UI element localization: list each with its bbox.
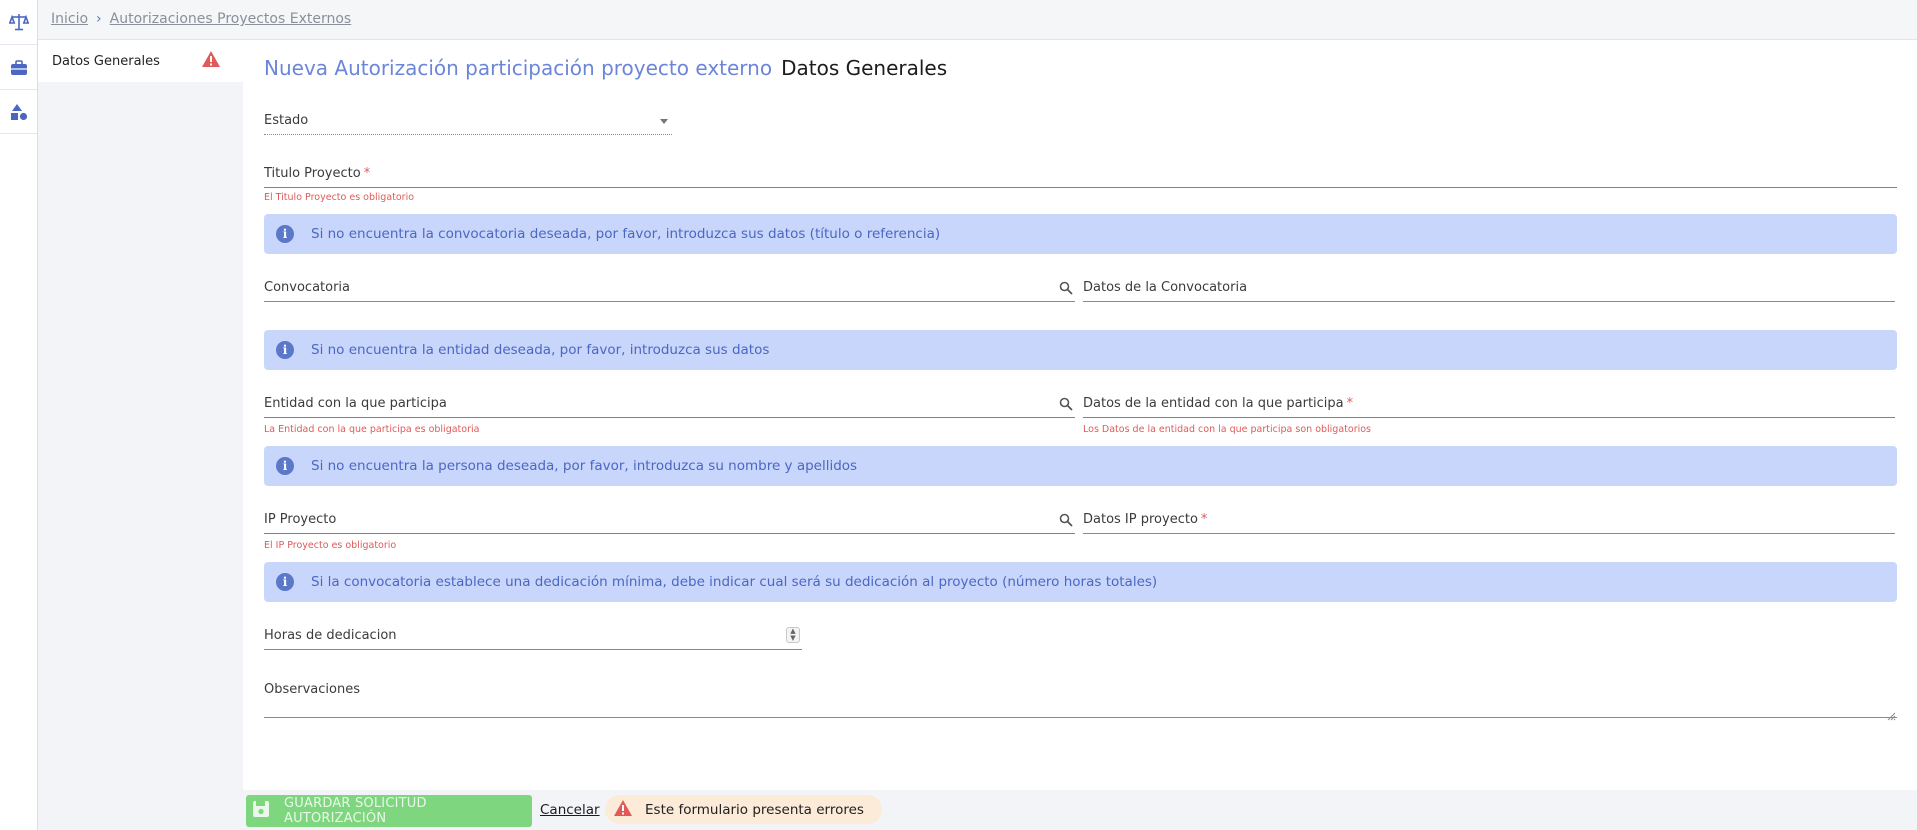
save-button[interactable]: GUARDAR SOLICITUD AUTORIZACIÓN: [246, 795, 532, 827]
required-mark: *: [1200, 512, 1208, 527]
page-title-section: Datos Generales: [781, 56, 948, 80]
info-icon: i: [276, 225, 294, 243]
warning-icon: [613, 799, 633, 821]
required-mark: *: [1346, 396, 1354, 411]
breadcrumb: Inicio › Autorizaciones Proyectos Extern…: [51, 11, 351, 27]
warning-icon: [201, 50, 221, 72]
info-persona: i Si no encuentra la persona deseada, po…: [264, 446, 1897, 486]
titulo-proyecto-field[interactable]: Titulo Proyecto *: [264, 164, 1897, 188]
page-title-main: Nueva Autorización participación proyect…: [264, 56, 773, 80]
observaciones-textarea[interactable]: Observaciones: [264, 680, 1897, 721]
datos-ip-label-text: Datos IP proyecto: [1083, 512, 1198, 527]
estado-select[interactable]: Estado: [264, 111, 672, 135]
convocatoria-field[interactable]: Convocatoria: [264, 278, 1075, 302]
entidad-field[interactable]: Entidad con la que participa: [264, 394, 1075, 418]
info-convocatoria: i Si no encuentra la convocatoria desead…: [264, 214, 1897, 254]
form-footer: GUARDAR SOLICITUD AUTORIZACIÓN Cancelar …: [243, 790, 1917, 830]
ip-proyecto-error: El IP Proyecto es obligatorio: [264, 540, 397, 551]
left-rail: [0, 0, 38, 830]
resize-handle-icon[interactable]: [1886, 706, 1896, 721]
breadcrumb-bar: Inicio › Autorizaciones Proyectos Extern…: [38, 0, 1917, 40]
form-errors-text: Este formulario presenta errores: [645, 801, 864, 818]
datos-convocatoria-field[interactable]: Datos de la Convocatoria: [1083, 278, 1895, 302]
page-title: Nueva Autorización participación proyect…: [264, 56, 947, 80]
titulo-error: El Titulo Proyecto es obligatorio: [264, 192, 415, 203]
datos-entidad-label-text: Datos de la entidad con la que participa: [1083, 396, 1344, 411]
cancel-link[interactable]: Cancelar: [540, 802, 600, 818]
datos-ip-field[interactable]: Datos IP proyecto *: [1083, 510, 1895, 534]
shapes-icon[interactable]: [0, 90, 37, 134]
required-mark: *: [363, 166, 371, 181]
datos-convocatoria-label: Datos de la Convocatoria: [1083, 280, 1248, 295]
chevron-down-icon: [660, 119, 668, 124]
titulo-label-text: Titulo Proyecto: [264, 166, 361, 181]
number-stepper[interactable]: ▲ ▼: [786, 627, 800, 643]
horas-dedicacion-field[interactable]: Horas de dedicacion ▲ ▼: [264, 626, 802, 650]
datos-entidad-field[interactable]: Datos de la entidad con la que participa…: [1083, 394, 1895, 418]
form-panel: Nueva Autorización participación proyect…: [243, 40, 1917, 790]
save-button-label: GUARDAR SOLICITUD AUTORIZACIÓN: [284, 796, 427, 826]
entidad-error: La Entidad con la que participa es oblig…: [264, 424, 480, 435]
form-errors-badge: Este formulario presenta errores: [605, 795, 882, 824]
chevron-right-icon: ›: [96, 11, 102, 27]
info-icon: i: [276, 457, 294, 475]
estado-label: Estado: [264, 113, 309, 128]
horas-dedicacion-label: Horas de dedicacion: [264, 628, 397, 643]
sidebar-item-datos-generales[interactable]: Datos Generales: [38, 40, 243, 82]
info-persona-text: Si no encuentra la persona deseada, por …: [311, 458, 858, 474]
info-dedicacion-text: Si la convocatoria establece una dedicac…: [311, 574, 1158, 590]
info-icon: i: [276, 341, 294, 359]
info-entidad: i Si no encuentra la entidad deseada, po…: [264, 330, 1897, 370]
info-dedicacion: i Si la convocatoria establece una dedic…: [264, 562, 1897, 602]
info-convocatoria-text: Si no encuentra la convocatoria deseada,…: [311, 226, 941, 242]
briefcase-icon[interactable]: [0, 46, 37, 90]
entidad-label: Entidad con la que participa: [264, 396, 447, 411]
sidebar-item-label: Datos Generales: [52, 53, 160, 69]
ip-proyecto-field[interactable]: IP Proyecto: [264, 510, 1075, 534]
datos-entidad-error: Los Datos de la entidad con la que parti…: [1083, 424, 1372, 435]
datos-entidad-label: Datos de la entidad con la que participa…: [1083, 396, 1353, 411]
search-icon[interactable]: [1059, 280, 1073, 299]
info-entidad-text: Si no encuentra la entidad deseada, por …: [311, 342, 770, 358]
section-menu: Datos Generales: [38, 40, 243, 830]
convocatoria-label: Convocatoria: [264, 280, 351, 295]
search-icon[interactable]: [1059, 396, 1073, 415]
breadcrumb-home-link[interactable]: Inicio: [51, 11, 88, 27]
datos-ip-label: Datos IP proyecto *: [1083, 512, 1207, 527]
info-icon: i: [276, 573, 294, 591]
observaciones-label: Observaciones: [264, 682, 360, 697]
scale-icon[interactable]: [0, 0, 37, 44]
ip-proyecto-label: IP Proyecto: [264, 512, 337, 527]
breadcrumb-current-link[interactable]: Autorizaciones Proyectos Externos: [110, 11, 352, 27]
search-icon[interactable]: [1059, 512, 1073, 531]
save-icon: [252, 800, 270, 822]
titulo-proyecto-label: Titulo Proyecto *: [264, 166, 370, 181]
